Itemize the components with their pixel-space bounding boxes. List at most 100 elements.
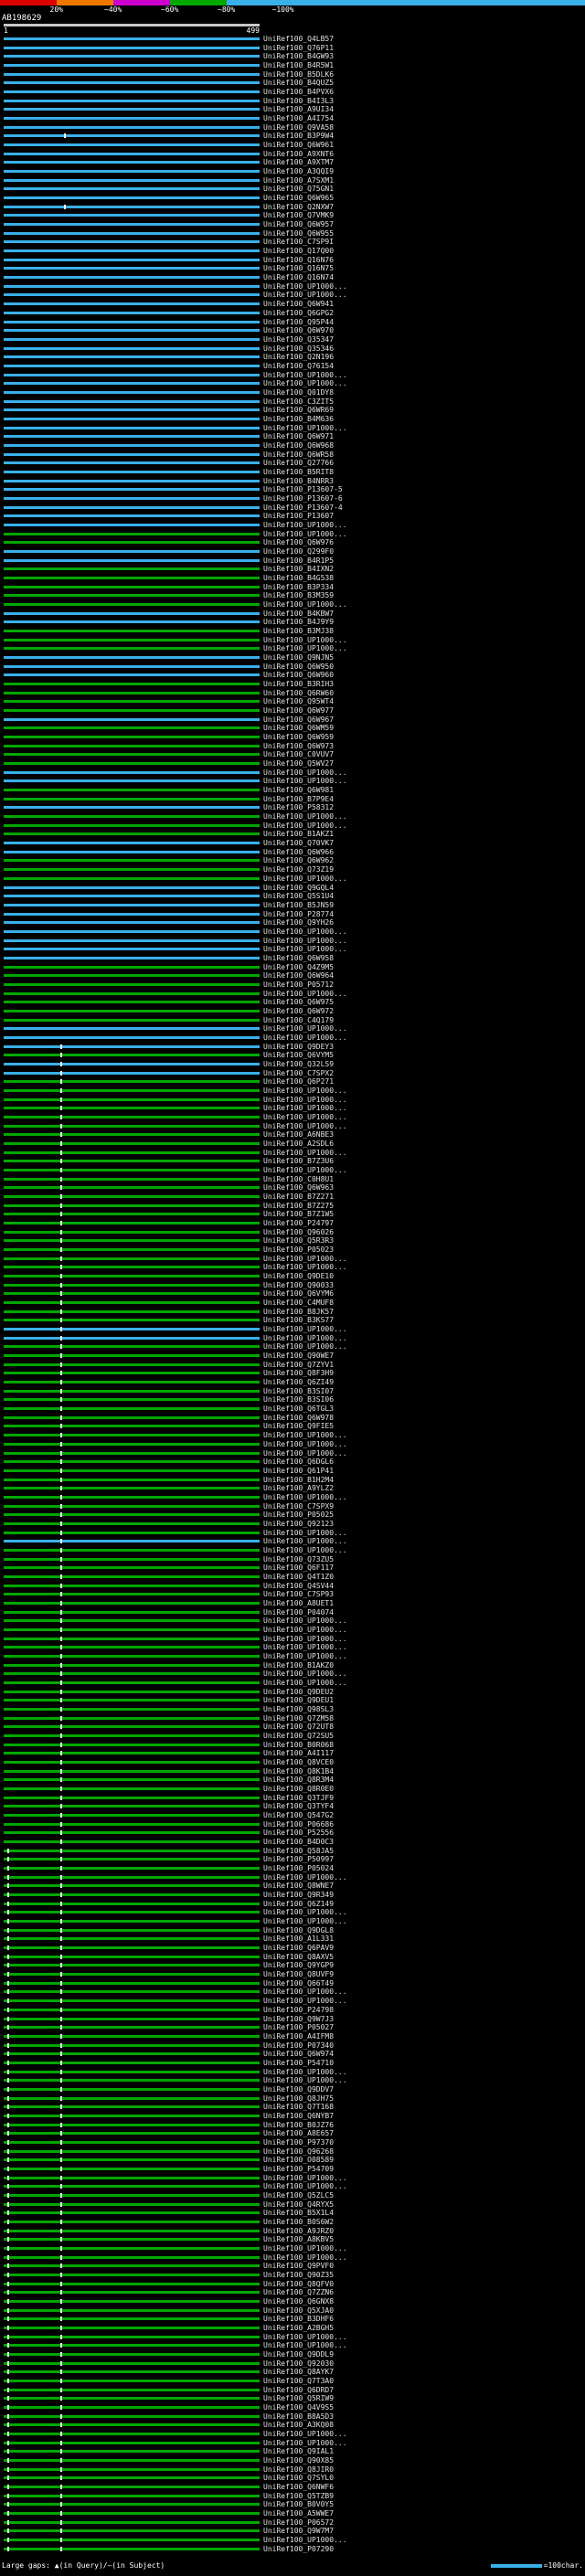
hit-label[interactable]: UniRef100_B5RIT8 [263,468,334,476]
hit-bar[interactable] [4,1283,260,1287]
hit-label[interactable]: UniRef100_Q92030 [263,2359,334,2368]
hit-bar[interactable] [4,408,260,412]
hit-label[interactable]: UniRef100_B0JZ76 [263,2121,334,2129]
hit-label[interactable]: UniRef100_Q7ZZN6 [263,2289,334,2296]
hit-bar[interactable] [4,789,260,792]
hit-bar[interactable] [4,1884,260,1888]
hit-label[interactable]: UniRef100_Q6DGL6 [263,1458,334,1466]
hit-label[interactable]: UniRef100_B4D0C3 [263,1839,334,1846]
hit-label[interactable]: UniRef100_UP1000... [263,1113,347,1121]
hit-label[interactable]: UniRef100_Q6W950 [263,663,334,671]
hit-bar[interactable] [4,2317,260,2321]
hit-bar[interactable] [4,576,260,579]
hit-label[interactable]: UniRef100_UP1000... [263,521,347,529]
hit-label[interactable]: UniRef100_B3P9W4 [263,133,334,140]
hit-bar[interactable] [4,1646,260,1649]
hit-bar[interactable] [4,965,260,969]
hit-bar[interactable] [4,1336,260,1340]
hit-label[interactable]: UniRef100_Q9W7J3 [263,2015,334,2023]
hit-label[interactable]: UniRef100_B4IXN2 [263,566,334,573]
hit-bar[interactable] [4,1169,260,1171]
hit-label[interactable]: UniRef100_Q5RIW9 [263,2395,334,2402]
hit-bar[interactable] [4,2335,260,2338]
hit-label[interactable]: UniRef100_Q9DGL8 [263,1926,334,1935]
hit-bar[interactable] [4,1328,260,1331]
hit-label[interactable]: UniRef100_Q58JA5 [263,1847,334,1855]
hit-bar[interactable] [4,1920,260,1924]
hit-label[interactable]: UniRef100_UP1000... [263,1449,347,1458]
hit-bar[interactable] [4,2273,260,2276]
hit-label[interactable]: UniRef100_UP1000... [263,875,347,883]
hit-bar[interactable] [4,2096,260,2100]
hit-label[interactable]: UniRef100_B3P334 [263,583,334,591]
hit-label[interactable]: UniRef100_UP1000... [263,2431,347,2438]
hit-bar[interactable] [4,479,260,482]
hit-bar[interactable] [4,647,260,651]
hit-bar[interactable] [4,523,260,526]
hit-bar[interactable] [4,709,260,713]
hit-label[interactable]: UniRef100_P07290 [263,2545,334,2553]
hit-bar[interactable] [4,1266,260,1269]
hit-bar[interactable] [4,1018,260,1022]
hit-label[interactable]: UniRef100_Q6W977 [263,707,334,715]
hit-label[interactable]: UniRef100_Q90Z35 [263,2271,334,2279]
hit-bar[interactable] [4,1434,260,1437]
hit-bar[interactable] [4,2370,260,2374]
hit-label[interactable]: UniRef100_Q7VMK9 [263,212,334,219]
hit-bar[interactable] [4,2380,260,2383]
hit-label[interactable]: UniRef100_B5DLK6 [263,70,334,79]
hit-label[interactable]: UniRef100_B4GW93 [263,53,334,60]
hit-label[interactable]: UniRef100_B5X1L4 [263,2210,334,2217]
hit-label[interactable]: UniRef100_Q6W976 [263,539,334,546]
hit-label[interactable]: UniRef100_B8JK57 [263,1308,334,1316]
hit-label[interactable]: UniRef100_B3KS77 [263,1317,334,1324]
hit-label[interactable]: UniRef100_Q32LS9 [263,1060,334,1068]
hit-label[interactable]: UniRef100_P13607-5 [263,486,343,493]
hit-bar[interactable] [4,2034,260,2038]
hit-bar[interactable] [4,594,260,598]
hit-label[interactable]: UniRef100_Q8AXV5 [263,1953,334,1961]
hit-bar[interactable] [4,435,260,439]
hit-label[interactable]: UniRef100_Q7ZM58 [263,1714,334,1723]
hit-label[interactable]: UniRef100_UP1000... [263,1873,347,1882]
hit-bar[interactable] [4,938,260,942]
hit-bar[interactable] [4,1309,260,1313]
hit-bar[interactable] [4,700,260,704]
hit-label[interactable]: UniRef100_Q9IAL1 [263,2448,334,2455]
hit-label[interactable]: UniRef100_UP1000... [263,778,347,785]
hit-bar[interactable] [4,240,260,244]
hit-label[interactable]: UniRef100_UP1000... [263,292,347,299]
hit-bar[interactable] [4,302,260,306]
hit-label[interactable]: UniRef100_Q6W970 [263,327,334,334]
hit-bar[interactable] [4,258,260,261]
hit-label[interactable]: UniRef100_Q27766 [263,460,334,467]
hit-bar[interactable] [4,2327,260,2330]
hit-label[interactable]: UniRef100_A1L331 [263,1935,334,1943]
hit-bar[interactable] [4,231,260,235]
hit-label[interactable]: UniRef100_Q2NXW7 [263,203,334,211]
hit-bar[interactable] [4,2202,260,2206]
hit-bar[interactable] [4,1937,260,1941]
hit-bar[interactable] [4,1690,260,1693]
hit-bar[interactable] [4,974,260,978]
hit-bar[interactable] [4,1531,260,1534]
hit-bar[interactable] [4,1195,260,1199]
hit-label[interactable]: UniRef100_UP1000... [263,2333,347,2341]
hit-bar[interactable] [4,2291,260,2295]
hit-label[interactable]: UniRef100_Q01DY8 [263,388,334,397]
hit-bar[interactable] [4,1080,260,1084]
hit-bar[interactable] [4,1035,260,1039]
hit-label[interactable]: UniRef100_B5JN59 [263,901,334,909]
hit-label[interactable]: UniRef100_Q7SYL0 [263,2475,334,2482]
hit-bar[interactable] [4,1275,260,1278]
hit-label[interactable]: UniRef100_B4I3L3 [263,97,334,105]
hit-bar[interactable] [4,691,260,694]
hit-label[interactable]: UniRef100_UP1000... [263,601,347,609]
hit-label[interactable]: UniRef100_UP1000... [263,822,347,830]
hit-bar[interactable] [4,1778,260,1782]
hit-bar[interactable] [4,293,260,297]
hit-label[interactable]: UniRef100_Q95WT4 [263,698,334,705]
hit-bar[interactable] [4,2052,260,2056]
hit-bar[interactable] [4,2486,260,2489]
hit-bar[interactable] [4,656,260,660]
